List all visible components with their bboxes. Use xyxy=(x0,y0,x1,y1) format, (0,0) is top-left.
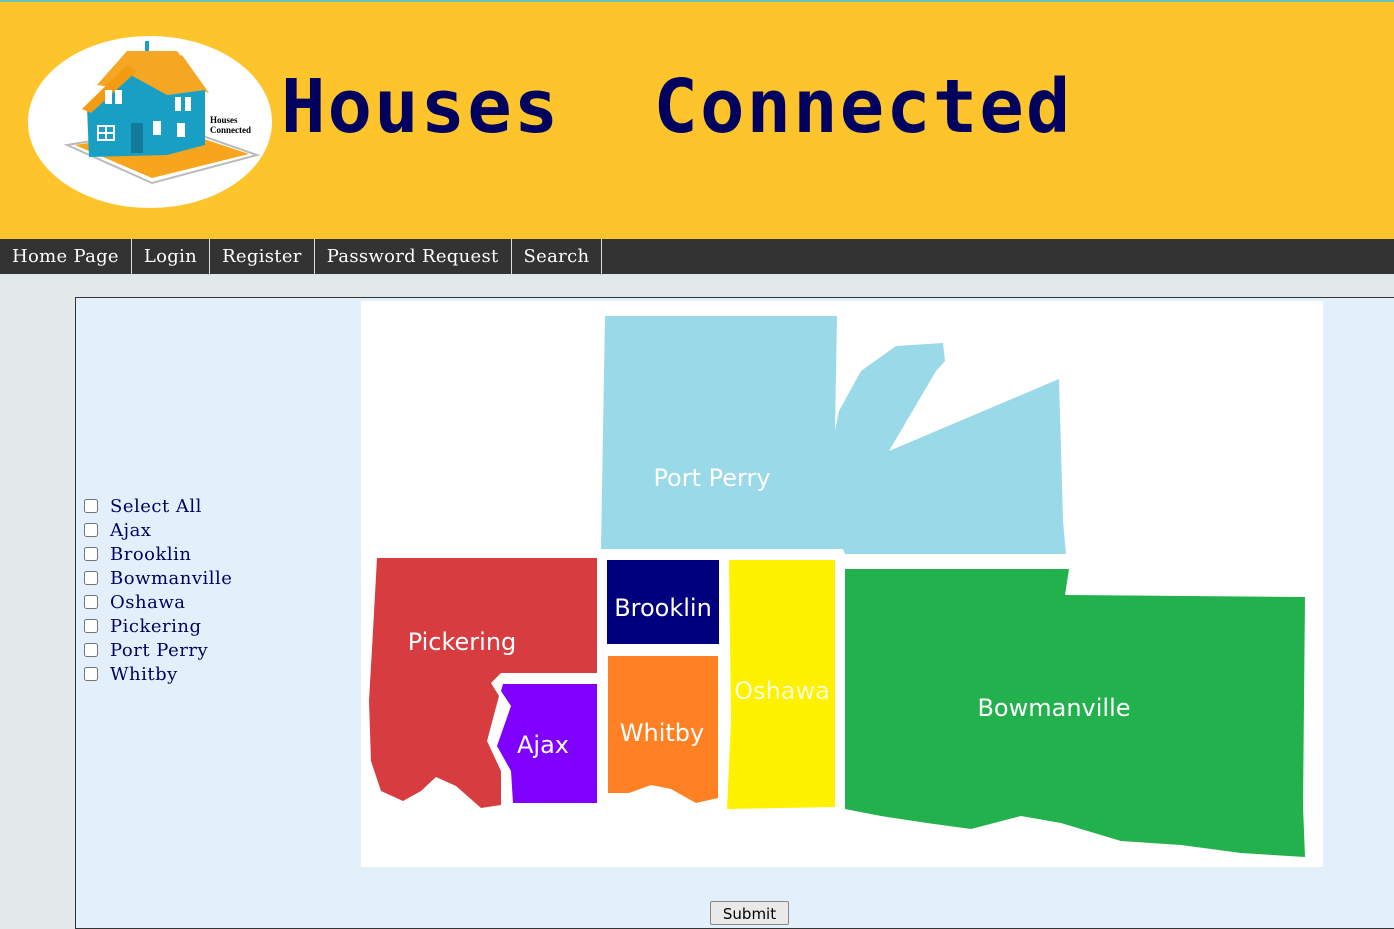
oshawa-checkbox[interactable] xyxy=(84,595,98,609)
brooklin-label: Brooklin xyxy=(110,543,192,565)
map-label-port-perry: Port Perry xyxy=(653,464,770,492)
pickering-checkbox[interactable] xyxy=(84,619,98,633)
svg-text:Connected: Connected xyxy=(210,125,251,135)
whitby-label: Whitby xyxy=(110,663,178,685)
svg-text:Houses: Houses xyxy=(210,115,238,125)
area-option-brooklin: Brooklin xyxy=(83,542,232,566)
bowmanville-checkbox[interactable] xyxy=(84,571,98,585)
whitby-checkbox[interactable] xyxy=(84,667,98,681)
select-all-label: Select All xyxy=(110,495,202,517)
select-all-checkbox[interactable] xyxy=(84,499,98,513)
submit-button[interactable]: Submit xyxy=(710,901,789,925)
bowmanville-label: Bowmanville xyxy=(110,567,233,589)
site-title: Houses Connected xyxy=(281,64,1073,150)
map-label-bowmanville: Bowmanville xyxy=(977,694,1130,722)
map-label-ajax: Ajax xyxy=(517,731,569,759)
nav-home-page[interactable]: Home Page xyxy=(0,239,132,274)
area-checkbox-list: Select All Ajax Brooklin Bowmanville Osh… xyxy=(83,494,232,686)
area-option-pickering: Pickering xyxy=(83,614,232,638)
map-label-pickering: Pickering xyxy=(408,628,517,656)
region-map: Port Perry Brooklin Pickering Ajax Whitb… xyxy=(361,301,1323,867)
map-label-whitby: Whitby xyxy=(620,719,704,747)
nav-search[interactable]: Search xyxy=(512,239,603,274)
area-option-oshawa: Oshawa xyxy=(83,590,232,614)
area-option-port-perry: Port Perry xyxy=(83,638,232,662)
nav-login[interactable]: Login xyxy=(132,239,211,274)
ajax-label: Ajax xyxy=(110,519,152,541)
site-header: Houses Connected Houses Connected xyxy=(0,2,1394,239)
map-label-oshawa: Oshawa xyxy=(734,677,830,705)
brooklin-checkbox[interactable] xyxy=(84,547,98,561)
area-option-whitby: Whitby xyxy=(83,662,232,686)
map-label-brooklin: Brooklin xyxy=(614,594,712,622)
pickering-label: Pickering xyxy=(110,615,202,637)
nav-register[interactable]: Register xyxy=(210,239,315,274)
ajax-checkbox[interactable] xyxy=(84,523,98,537)
area-option-bowmanville: Bowmanville xyxy=(83,566,232,590)
oshawa-label: Oshawa xyxy=(110,591,186,613)
main-nav: Home Page Login Register Password Reques… xyxy=(0,239,1394,274)
area-option-select-all: Select All xyxy=(83,494,232,518)
port-perry-label: Port Perry xyxy=(110,639,209,661)
port-perry-checkbox[interactable] xyxy=(84,643,98,657)
house-logo-icon: Houses Connected xyxy=(28,36,272,208)
area-option-ajax: Ajax xyxy=(83,518,232,542)
nav-password-request[interactable]: Password Request xyxy=(315,239,512,274)
